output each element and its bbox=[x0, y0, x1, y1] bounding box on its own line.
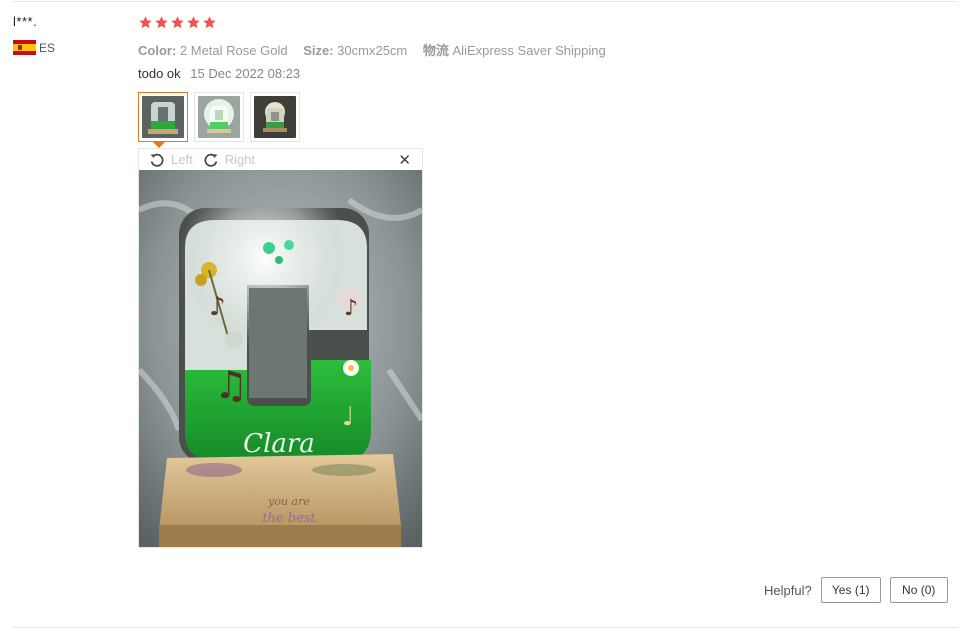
star-icon bbox=[155, 16, 168, 29]
order-attributes: Color: 2 Metal Rose Gold Size: 30cmx25cm… bbox=[138, 40, 618, 59]
vote-yes-button[interactable]: Yes (1) bbox=[820, 577, 881, 603]
star-icon bbox=[139, 16, 152, 29]
thumbnail-1[interactable] bbox=[138, 92, 188, 142]
review-text: todo ok bbox=[138, 66, 181, 81]
review-body: todo ok 15 Dec 2022 08:23 bbox=[138, 66, 300, 81]
spain-flag-icon bbox=[13, 40, 36, 55]
photo-thumbnails bbox=[138, 92, 300, 142]
photo-viewer: Left Right ✕ ♪ ♫ ♪ ♩ Clara you are the b… bbox=[138, 148, 423, 548]
review-date: 15 Dec 2022 08:23 bbox=[190, 66, 301, 81]
rotate-right-button[interactable]: Right bbox=[203, 152, 255, 168]
attr-size: Size: 30cmx25cm bbox=[303, 43, 408, 58]
thumbnail-3[interactable] bbox=[250, 92, 300, 142]
reviewer-info: l***. ES bbox=[13, 14, 55, 55]
svg-text:♪: ♪ bbox=[209, 292, 226, 322]
helpful-label: Helpful? bbox=[764, 582, 812, 598]
svg-text:♪: ♪ bbox=[344, 296, 358, 321]
rotate-right-icon bbox=[204, 153, 218, 167]
review-photo: ♪ ♫ ♪ ♩ Clara you are the best bbox=[139, 170, 422, 547]
attr-shipping: 物流 AliExpress Saver Shipping bbox=[422, 43, 606, 58]
reviewer-name: l***. bbox=[13, 14, 38, 29]
rotate-left-icon bbox=[150, 153, 164, 167]
thumbnail-2[interactable] bbox=[194, 92, 244, 142]
photo-engraving-2: the best bbox=[262, 511, 316, 526]
reviewer-country: ES bbox=[13, 40, 55, 55]
top-divider bbox=[12, 1, 958, 2]
photo-letter-c-dark-icon bbox=[142, 96, 184, 138]
svg-text:♫: ♫ bbox=[214, 363, 248, 407]
helpful-vote: Helpful? Yes (1) No (0) bbox=[764, 577, 948, 603]
rotate-left-label: Left bbox=[171, 152, 193, 167]
photo-letter-c-lamp-icon bbox=[254, 96, 296, 138]
bottom-divider bbox=[12, 627, 958, 628]
star-icon bbox=[187, 16, 200, 29]
svg-text:♩: ♩ bbox=[342, 402, 354, 432]
star-rating bbox=[138, 15, 217, 30]
photo-letter-c-lit-icon bbox=[198, 96, 240, 138]
close-viewer-icon[interactable]: ✕ bbox=[398, 151, 411, 169]
star-icon bbox=[203, 16, 216, 29]
photo-caption: Clara bbox=[243, 429, 315, 459]
photo-engraving-1: you are bbox=[267, 495, 310, 508]
attr-color: Color: 2 Metal Rose Gold bbox=[138, 43, 288, 58]
star-icon bbox=[171, 16, 184, 29]
photo-resin-letter-c: ♪ ♫ ♪ ♩ Clara you are the best bbox=[139, 170, 422, 547]
rotate-left-button[interactable]: Left bbox=[149, 152, 193, 168]
viewer-toolbar: Left Right ✕ bbox=[139, 149, 422, 170]
rotate-right-label: Right bbox=[224, 152, 256, 167]
country-code: ES bbox=[39, 40, 56, 55]
vote-no-button[interactable]: No (0) bbox=[889, 577, 948, 603]
